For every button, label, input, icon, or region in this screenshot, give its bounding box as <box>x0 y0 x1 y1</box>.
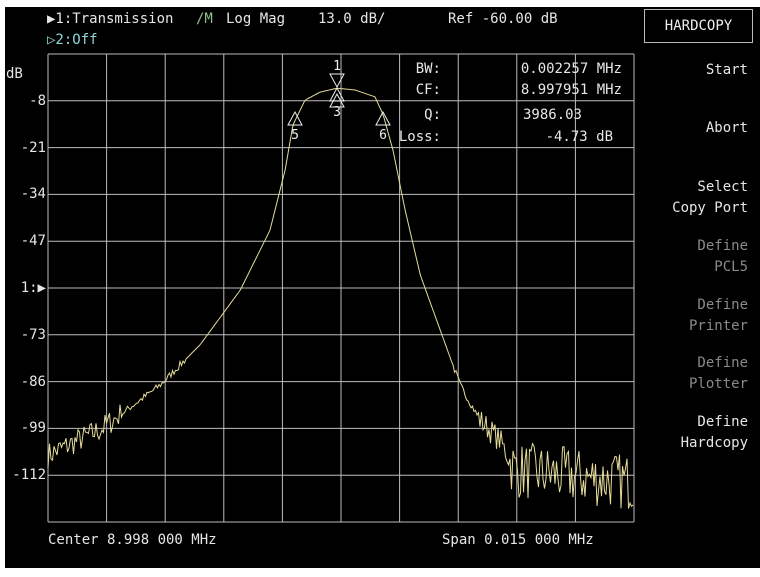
marker-number-label: 1 <box>333 59 341 74</box>
readout-label: Q: <box>424 107 441 123</box>
marker-number-label: 6 <box>379 128 387 143</box>
readout-label: Loss: <box>398 129 441 145</box>
softkey-abort[interactable]: Abort <box>706 118 748 139</box>
reference-position-marker: 1:▶ <box>20 280 46 296</box>
y-tick-label: -8 <box>29 92 46 109</box>
y-unit-label: dB <box>6 66 23 82</box>
y-tick-label: -73 <box>20 326 46 343</box>
channel1-label: ▶1:Transmission <box>47 11 174 27</box>
trace-plot: 1 3 5 6 <box>47 53 635 523</box>
y-tick-label: -86 <box>20 373 46 390</box>
channel2-label: ▷2:Off <box>47 32 98 48</box>
format-label: Log Mag <box>226 11 286 27</box>
softkey-define-plotter[interactable]: Define Plotter <box>689 353 748 395</box>
marker-number-label: 5 <box>291 128 299 143</box>
center-frequency: Center 8.998 000 MHz <box>48 532 217 548</box>
softkey-define-pcl5[interactable]: Define PCL5 <box>697 236 748 278</box>
span-frequency: Span 0.015 000 MHz <box>442 532 594 548</box>
readout-label: BW: <box>415 61 441 77</box>
marker-5-icon <box>287 110 303 126</box>
hardcopy-menu-title: HARDCOPY <box>644 9 753 43</box>
marker-number-label: 3 <box>333 105 341 120</box>
softkey-define-printer[interactable]: Define Printer <box>689 295 748 337</box>
softkey-define-hardcopy[interactable]: Define Hardcopy <box>681 412 748 454</box>
format-prefix: /M <box>196 11 213 27</box>
marker-1-icon <box>329 73 345 89</box>
readout-label: CF: <box>415 82 441 98</box>
softkey-select-copy-port[interactable]: Select Copy Port <box>672 177 748 219</box>
readout-value: 0.002257 MHz <box>520 61 622 77</box>
softkey-start[interactable]: Start <box>706 60 748 81</box>
readout-value: 8.997951 MHz <box>520 82 622 98</box>
y-tick-label: -34 <box>20 186 46 203</box>
y-tick-label: -47 <box>20 233 46 250</box>
readout-value: 3986.03 <box>522 107 582 123</box>
y-tick-label: -99 <box>20 420 46 437</box>
y-tick-label: -112 <box>12 467 46 484</box>
y-tick-label: -21 <box>20 139 46 156</box>
ref-label: Ref -60.00 dB <box>448 11 558 27</box>
scale-label: 13.0 dB/ <box>318 11 386 27</box>
readout-value: -4.73 dB <box>545 129 613 145</box>
